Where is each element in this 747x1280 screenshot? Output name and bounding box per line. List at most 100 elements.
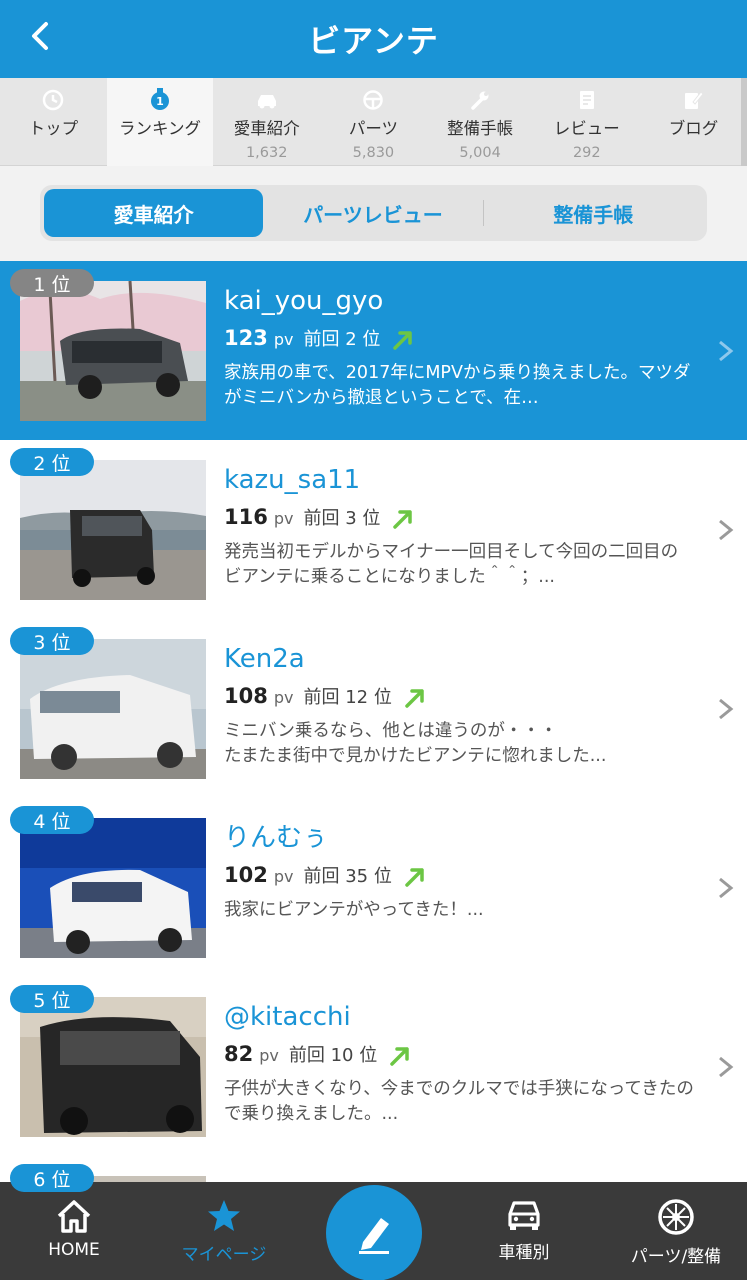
trend-up-icon xyxy=(393,331,413,350)
item-description: ミニバン乗るなら、他とは違うのが・・・ たまたま街中で見かけたビアンテに惚れまし… xyxy=(224,721,607,766)
tab-label: HOME xyxy=(48,1240,100,1260)
item-info: @kitacchi 82 pv 前回 10 位 子供が大きくなり、今までのクルマ… xyxy=(224,999,694,1127)
pen-icon xyxy=(359,1218,389,1254)
item-info: kazu_sa11 116 pv 前回 3 位 発売当初モデルからマイナー一回目… xyxy=(224,462,694,590)
tab-mypage[interactable]: マイページ xyxy=(172,1182,276,1280)
tab-parts[interactable]: パーツ 5,830 xyxy=(320,78,427,166)
previous-rank: 前回 2 位 xyxy=(303,329,381,350)
previous-rank: 前回 3 位 xyxy=(303,508,381,529)
app-header: ビアンテ xyxy=(0,0,747,78)
item-stats: 108 pv 前回 12 位 xyxy=(224,683,694,713)
ranking-list: 1 位 kai_you_gyo 123 pv 前回 2 位 家族用の車で、201… xyxy=(0,261,747,1280)
car-front-icon xyxy=(508,1201,540,1230)
item-description: 家族用の車で、2017年にMPVから乗り換えました。マツダがミニバンから撤退とい… xyxy=(224,363,691,408)
user-name[interactable]: kai_you_gyo xyxy=(224,283,694,319)
car-photo xyxy=(20,997,206,1137)
user-name[interactable]: kazu_sa11 xyxy=(224,462,694,498)
tab-ranking[interactable]: 1 ランキング xyxy=(106,78,214,166)
segment-car-intro[interactable]: 愛車紹介 xyxy=(44,189,264,237)
segment-parts-review[interactable]: パーツレビュー xyxy=(263,189,482,237)
list-item[interactable]: 2 位 kazu_sa11 116 pv 前回 3 位 発売当初モデルからマイナ… xyxy=(0,440,747,619)
segment-area: 愛車紹介 パーツレビュー 整備手帳 xyxy=(0,166,747,261)
tabs-scrollbar[interactable] xyxy=(741,78,747,166)
chevron-right-icon xyxy=(719,340,734,362)
chevron-right-icon xyxy=(719,698,734,720)
pv-count: 82 xyxy=(224,1042,254,1066)
item-description: 我家にビアンテがやってきた！... xyxy=(224,900,484,920)
tab-label: 整備手帳 xyxy=(447,119,514,138)
chevron-right-icon xyxy=(719,519,734,541)
category-tabs: トップ 1 ランキング 愛車紹介 1,632 パーツ 5,830 整備手帳 5,… xyxy=(0,78,747,166)
user-name[interactable]: @kitacchi xyxy=(224,999,694,1035)
user-name[interactable]: Ken2a xyxy=(224,641,694,677)
trend-up-icon xyxy=(390,1047,409,1066)
rank-badge: 1 位 xyxy=(10,269,94,297)
tab-count: 5,830 xyxy=(352,145,395,161)
list-item[interactable]: 4 位 りんむぅ 102 pv 前回 35 位 我家にビアンテがやってきた！..… xyxy=(0,798,747,977)
rank-badge: 4 位 xyxy=(10,806,94,834)
tab-label: トップ xyxy=(28,119,79,138)
list-item[interactable]: 3 位 Ken2a 108 pv 前回 12 位 ミニバン乗るなら、他とは違うの… xyxy=(0,619,747,798)
tab-label: マイページ xyxy=(181,1245,267,1265)
document-icon xyxy=(574,88,600,112)
chevron-right-icon xyxy=(719,1056,734,1078)
trend-up-icon xyxy=(393,510,413,529)
chevron-left-icon xyxy=(32,22,48,50)
tab-count: 5,004 xyxy=(459,145,501,161)
pv-unit: pv xyxy=(273,688,294,707)
tab-label: ブログ xyxy=(668,119,719,138)
car-photo xyxy=(20,460,206,600)
rank-badge: 6 位 xyxy=(10,1164,94,1192)
item-stats: 123 pv 前回 2 位 xyxy=(224,325,694,355)
steering-wheel-icon xyxy=(360,88,386,112)
medal-icon: 1 xyxy=(147,88,173,112)
trend-up-icon xyxy=(405,689,424,708)
tab-blog[interactable]: ブログ xyxy=(640,78,747,166)
tab-parts-maintenance[interactable]: パーツ/整備 xyxy=(616,1182,736,1280)
tab-car-type[interactable]: 車種別 xyxy=(478,1182,570,1280)
trend-up-icon xyxy=(405,868,424,887)
car-photo xyxy=(20,281,206,421)
item-description: 子供が大きくなり、今までのクルマでは手狭になってきたので乗り換えました。... xyxy=(224,1079,694,1124)
tab-label: パーツ xyxy=(348,119,398,138)
item-stats: 102 pv 前回 35 位 xyxy=(224,862,694,892)
pv-count: 123 xyxy=(224,326,268,350)
pv-unit: pv xyxy=(273,509,294,528)
chevron-right-icon xyxy=(719,877,734,899)
car-photo xyxy=(20,818,206,958)
previous-rank: 前回 35 位 xyxy=(303,866,392,887)
list-item[interactable]: 1 位 kai_you_gyo 123 pv 前回 2 位 家族用の車で、201… xyxy=(0,261,747,440)
pv-unit: pv xyxy=(273,867,294,886)
back-button[interactable] xyxy=(18,14,62,58)
home-icon xyxy=(57,1200,91,1233)
tab-home[interactable]: HOME xyxy=(28,1182,120,1280)
segment-maintenance[interactable]: 整備手帳 xyxy=(484,189,703,237)
pv-unit: pv xyxy=(259,1046,279,1065)
item-info: kai_you_gyo 123 pv 前回 2 位 家族用の車で、2017年にM… xyxy=(224,283,694,411)
tab-label: レビュー xyxy=(553,119,620,138)
tab-review[interactable]: レビュー 292 xyxy=(533,78,640,166)
pv-count: 116 xyxy=(224,505,268,529)
tab-maintenance[interactable]: 整備手帳 5,004 xyxy=(427,78,534,166)
wheel-icon xyxy=(658,1199,694,1235)
tab-count: 292 xyxy=(572,145,601,161)
tab-label: 愛車紹介 xyxy=(233,119,300,138)
item-info: Ken2a 108 pv 前回 12 位 ミニバン乗るなら、他とは違うのが・・・… xyxy=(224,641,694,769)
item-stats: 116 pv 前回 3 位 xyxy=(224,504,694,534)
list-item[interactable]: 5 位 @kitacchi 82 pv 前回 10 位 子供が大きくなり、今まで… xyxy=(0,977,747,1156)
item-info: りんむぅ 102 pv 前回 35 位 我家にビアンテがやってきた！... xyxy=(224,820,694,948)
item-description: 発売当初モデルからマイナー一回目そして今回の二回目のビアンテに乗ることになりまし… xyxy=(224,542,679,587)
user-name[interactable]: りんむぅ xyxy=(224,820,694,856)
post-button[interactable] xyxy=(326,1185,422,1280)
tab-label: ランキング xyxy=(119,119,202,138)
rank-badge: 2 位 xyxy=(10,448,94,476)
clock-icon xyxy=(40,88,66,112)
item-stats: 82 pv 前回 10 位 xyxy=(224,1041,694,1071)
pen-note-icon xyxy=(680,88,706,112)
tab-top[interactable]: トップ xyxy=(0,78,107,166)
tab-label: パーツ/整備 xyxy=(630,1247,722,1267)
tab-car-intro[interactable]: 愛車紹介 1,632 xyxy=(213,78,320,166)
tab-count: 1,632 xyxy=(245,145,288,161)
tab-label: 車種別 xyxy=(498,1243,550,1263)
pv-count: 102 xyxy=(224,863,268,887)
